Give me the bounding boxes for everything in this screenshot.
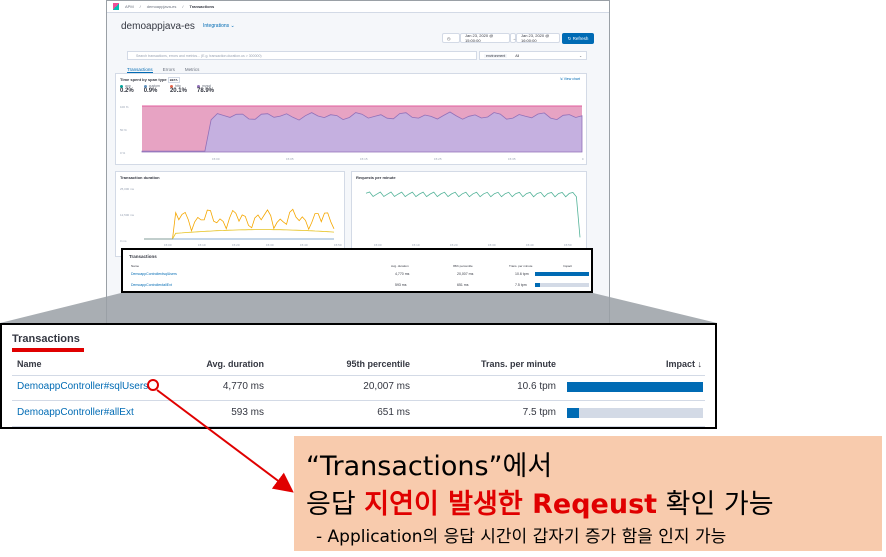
callout-line-2-highlight: 지연이 발생한 Reqeust — [364, 489, 658, 520]
red-circle-marker — [147, 379, 159, 391]
callout-line-2: 응답 지연이 발생한 Reqeust 확인 가능 — [306, 482, 774, 521]
callout-line-3: - Application의 응답 시간이 갑자기 증가 함을 인지 가능 — [316, 527, 727, 547]
callout-line-1: “Transactions”에서 — [306, 451, 553, 482]
callout-box: “Transactions”에서 응답 지연이 발생한 Reqeust 확인 가… — [294, 436, 882, 551]
red-arrow-line — [156, 389, 294, 493]
callout-line-2-a: 응답 — [306, 489, 365, 520]
callout-line-2-b: 확인 가능 — [657, 489, 774, 520]
